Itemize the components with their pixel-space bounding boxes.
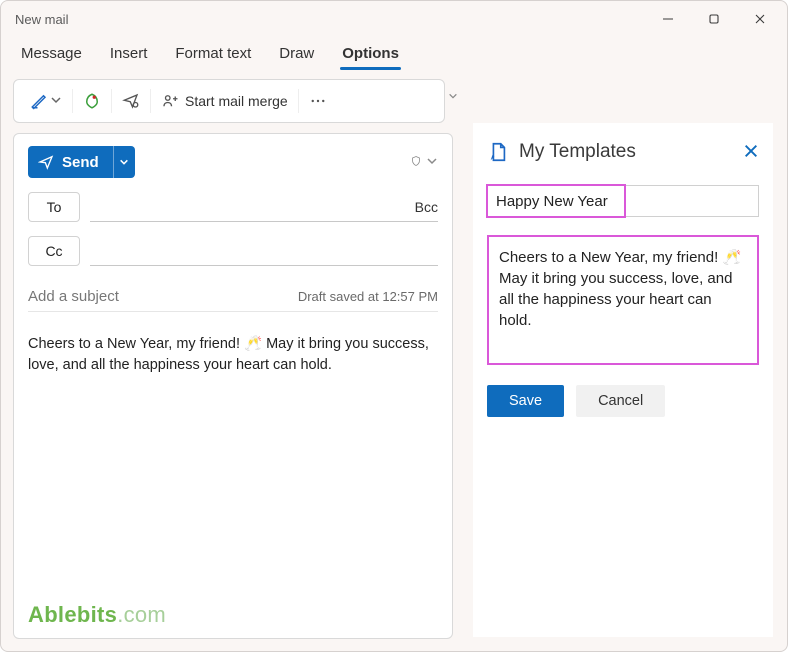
template-name-value: Happy New Year [496,193,608,210]
titlebar: New mail [1,1,787,37]
template-name-input[interactable]: Happy New Year [487,185,759,217]
tab-draw[interactable]: Draw [277,45,316,70]
to-button[interactable]: To [28,192,80,222]
watermark-domain: .com [117,602,166,627]
shield-icon [410,154,422,170]
tab-insert[interactable]: Insert [108,45,150,70]
mail-merge-icon [161,92,179,110]
more-tools[interactable] [299,83,337,119]
window-minimize-button[interactable] [645,3,691,35]
mail-merge-tool[interactable]: Start mail merge [151,83,298,119]
draft-status: Draft saved at 12:57 PM [298,289,438,304]
encrypt-tool[interactable] [73,83,111,119]
subject-input[interactable]: Add a subject [28,288,119,305]
send-options-tool[interactable] [112,83,150,119]
cc-button[interactable]: Cc [28,236,80,266]
watermark: Ablebits.com [28,602,438,628]
watermark-brand: Ablebits [28,602,117,627]
send-icon [38,154,54,170]
message-body[interactable]: Cheers to a New Year, my friend! 🥂 May i… [28,334,438,376]
expand-ribbon-caret[interactable] [448,91,458,104]
mail-merge-label: Start mail merge [185,93,288,109]
pen-icon [30,92,48,110]
template-body-input[interactable]: Cheers to a New Year, my friend! 🥂 May i… [487,235,759,365]
tab-options[interactable]: Options [340,45,401,70]
to-field[interactable]: Bcc [90,192,438,222]
compose-panel: Send To [13,133,453,639]
pane-close-button[interactable] [743,143,759,162]
send-button[interactable]: Send [28,146,113,178]
chevron-down-icon [50,93,62,109]
ribbon-tabs: Message Insert Format text Draw Options [1,37,787,71]
tab-format-text[interactable]: Format text [173,45,253,70]
window: New mail Message Insert Format text Draw… [0,0,788,652]
window-close-button[interactable] [737,3,783,35]
bcc-toggle[interactable]: Bcc [415,199,438,215]
send-label: Send [62,154,99,171]
template-icon [487,141,509,163]
chevron-down-icon [426,154,438,170]
my-templates-pane: My Templates Happy New Year Cheers to a … [473,123,773,637]
signature-tool[interactable] [20,83,72,119]
send-button-group: Send [28,146,135,178]
message-protection[interactable] [410,154,438,170]
cancel-button[interactable]: Cancel [576,385,665,417]
options-toolbar: Start mail merge [13,79,445,123]
template-body-value: Cheers to a New Year, my friend! 🥂 May i… [499,249,741,329]
window-title: New mail [15,12,68,27]
save-button[interactable]: Save [487,385,564,417]
leaf-shield-icon [83,92,101,110]
tab-message[interactable]: Message [19,45,84,70]
pane-title: My Templates [519,141,636,163]
window-maximize-button[interactable] [691,3,737,35]
ellipsis-icon [309,92,327,110]
send-split-button[interactable] [113,146,135,178]
paper-plane-gear-icon [122,92,140,110]
cc-field[interactable] [90,236,438,266]
